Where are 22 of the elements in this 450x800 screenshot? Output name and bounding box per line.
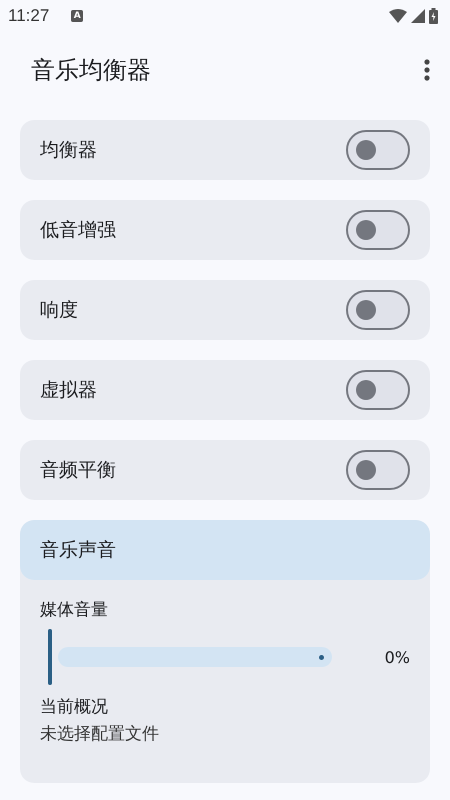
notification-icon: A: [71, 10, 84, 22]
section-title: 音乐声音: [40, 538, 116, 563]
toggle-switch[interactable]: [346, 450, 410, 490]
toggle-switch[interactable]: [346, 210, 410, 250]
volume-percent: 0%: [384, 648, 410, 666]
toggle-switch[interactable]: [346, 370, 410, 410]
volume-slider[interactable]: [50, 629, 332, 685]
volume-label: 媒体音量: [40, 599, 109, 621]
setting-label: 低音增强: [40, 218, 117, 243]
clock-time: 11:27: [8, 6, 50, 26]
toggle-switch[interactable]: [346, 130, 410, 170]
battery-icon: [429, 8, 438, 24]
setting-label: 均衡器: [40, 138, 98, 163]
profile-label: 当前概况: [40, 696, 109, 718]
signal-icon: [411, 9, 425, 23]
wifi-icon: [389, 9, 407, 23]
setting-label: 响度: [40, 298, 79, 323]
profile-value: 未选择配置文件: [40, 723, 160, 745]
toggle-switch[interactable]: [346, 290, 410, 330]
app-title: 音乐均衡器: [31, 55, 152, 86]
setting-label: 音频平衡: [40, 458, 117, 483]
setting-label: 虚拟器: [40, 378, 98, 403]
